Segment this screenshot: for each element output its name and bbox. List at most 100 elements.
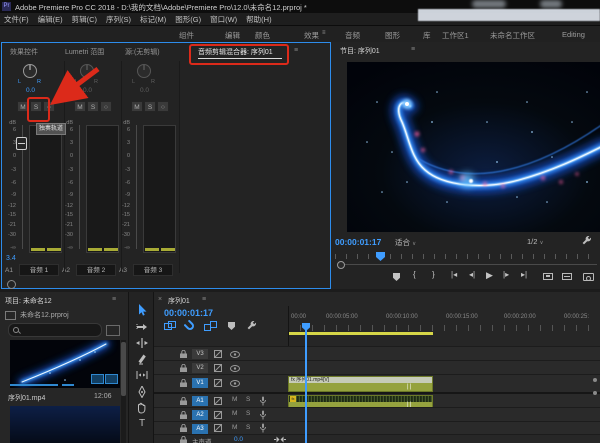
lock-icon[interactable]	[180, 397, 187, 405]
toggle-track-output-eye-icon[interactable]	[230, 365, 240, 372]
workspace-tab-edit[interactable]: 编辑	[225, 30, 240, 41]
workspace-tab-library[interactable]: 库	[423, 30, 431, 41]
voiceover-mic-icon[interactable]	[260, 410, 266, 420]
tab-project[interactable]: 项目: 未命名12	[5, 296, 52, 306]
pen-tool[interactable]	[136, 386, 148, 398]
clip-thumbnail[interactable]	[10, 340, 120, 388]
sync-lock-icon[interactable]	[214, 379, 222, 387]
timeline-ruler-ticks[interactable]	[288, 325, 600, 331]
lock-icon[interactable]	[180, 364, 187, 372]
menu-item-clip[interactable]: 剪辑(C)	[72, 14, 97, 25]
lock-icon[interactable]	[180, 350, 187, 358]
automation-circle-icon[interactable]	[7, 280, 16, 289]
program-playhead[interactable]	[376, 252, 385, 261]
sync-lock-icon[interactable]	[214, 397, 222, 405]
timeline-video-clip[interactable]: fx 序列01.mp4[V] ||	[288, 376, 433, 392]
play-button[interactable]: ▶	[486, 270, 493, 281]
toggle-track-output-eye-icon[interactable]	[230, 380, 240, 387]
master-volume-value[interactable]: 0.0	[234, 436, 243, 443]
track-label[interactable]: V3	[192, 349, 208, 359]
menu-item-edit[interactable]: 编辑(E)	[38, 14, 63, 25]
menu-item-help[interactable]: 帮助(H)	[246, 14, 271, 25]
clip-name[interactable]: 序列01.mp4	[8, 393, 45, 403]
program-scrubber-ticks[interactable]	[335, 254, 597, 259]
menu-item-sequence[interactable]: 序列(S)	[106, 14, 131, 25]
voiceover-mic-icon[interactable]	[260, 396, 266, 406]
fader-value[interactable]: 3.4	[6, 255, 16, 262]
hand-tool[interactable]	[136, 402, 148, 414]
sync-lock-icon[interactable]	[214, 424, 222, 432]
menu-item-marker[interactable]: 标记(M)	[140, 14, 166, 25]
slip-tool[interactable]	[136, 369, 148, 381]
tab-effect-controls[interactable]: 效果控件	[10, 47, 38, 57]
mark-in-button[interactable]: {	[413, 270, 416, 279]
sequence-thumbnail[interactable]	[10, 406, 120, 443]
timeline-timecode[interactable]: 00:00:01:17	[164, 308, 213, 318]
add-marker-button[interactable]	[393, 273, 400, 281]
nest-sequence-icon[interactable]	[164, 321, 176, 332]
menu-item-graphics[interactable]: 图形(G)	[175, 14, 201, 25]
add-marker-icon[interactable]	[228, 322, 235, 330]
scrollbar-thumb[interactable]	[121, 342, 126, 396]
playback-resolution-select[interactable]: 1/2 ∨	[527, 237, 544, 246]
lock-icon[interactable]	[180, 424, 187, 432]
track-label-targeted[interactable]: A2	[192, 410, 208, 420]
panel-menu-icon[interactable]: ≡	[411, 46, 415, 53]
snap-magnet-icon[interactable]	[184, 320, 196, 332]
lock-icon[interactable]	[180, 411, 187, 419]
workspace-tab-color[interactable]: 颜色	[255, 30, 270, 41]
scrubber-knob[interactable]	[337, 261, 345, 269]
tab-lumetri-scopes[interactable]: Lumetri 范围	[65, 47, 104, 57]
step-back-button[interactable]: ◂|	[469, 270, 475, 279]
lock-icon[interactable]	[180, 436, 187, 443]
menu-item-file[interactable]: 文件(F)	[4, 14, 29, 25]
track-label[interactable]: V2	[192, 363, 208, 373]
track-solo-button[interactable]: S	[246, 424, 250, 431]
scroll-dot[interactable]	[593, 391, 597, 395]
selection-tool[interactable]	[136, 304, 148, 316]
mark-out-button[interactable]: }	[432, 270, 435, 279]
tab-sequence[interactable]: 序列01	[168, 296, 190, 306]
workspace-tab-unnamed[interactable]: 未命名工作区	[490, 30, 535, 41]
ripple-edit-tool[interactable]	[136, 337, 148, 349]
work-area-bar[interactable]	[288, 332, 433, 335]
panel-menu-icon[interactable]: ≡	[112, 296, 116, 303]
workspace-menu-icon[interactable]: ≡	[322, 30, 326, 36]
tab-source-monitor[interactable]: 源:(无剪辑)	[125, 47, 160, 57]
track-mute-button[interactable]: M	[232, 424, 237, 431]
menu-item-window[interactable]: 窗口(W)	[210, 14, 237, 25]
voiceover-mic-icon[interactable]	[260, 423, 266, 433]
search-input[interactable]	[8, 323, 102, 337]
extract-button[interactable]	[562, 273, 572, 280]
track-mute-button[interactable]: M	[232, 410, 237, 417]
tab-program-monitor[interactable]: 节目: 序列01	[340, 46, 380, 56]
lift-button[interactable]	[543, 273, 553, 280]
scrubber-track[interactable]	[339, 264, 597, 265]
lock-icon[interactable]	[180, 379, 187, 387]
timeline-settings-wrench-icon[interactable]	[246, 321, 257, 332]
export-frame-button[interactable]	[583, 273, 594, 281]
scroll-dot[interactable]	[593, 378, 597, 382]
sync-lock-icon[interactable]	[214, 364, 222, 372]
track-label-targeted[interactable]: A3	[192, 424, 208, 434]
project-breadcrumb[interactable]: 未命名12.prproj	[20, 310, 69, 320]
sync-lock-icon[interactable]	[214, 411, 222, 419]
workspace-tab-audio[interactable]: 音频	[345, 30, 360, 41]
razor-tool[interactable]	[136, 353, 148, 365]
timeline-playhead-line[interactable]	[305, 329, 307, 443]
panel-menu-icon[interactable]: ≡	[294, 47, 298, 54]
settings-wrench-icon[interactable]	[581, 236, 592, 247]
track-select-forward-tool[interactable]	[136, 321, 148, 333]
panel-menu-icon[interactable]: ≡	[202, 296, 206, 303]
track-label-targeted[interactable]: V1	[192, 378, 208, 388]
sync-lock-icon[interactable]	[214, 350, 222, 358]
workspace-tab-effects-active[interactable]: 效果	[304, 30, 319, 41]
track-name[interactable]: 音频 1	[19, 264, 59, 276]
go-to-in-button[interactable]: |◂	[451, 270, 457, 279]
step-forward-button[interactable]: |▸	[503, 270, 509, 279]
workspace-tab-editing[interactable]: Editing	[562, 30, 585, 39]
workspace-tab-graphics[interactable]: 图形	[385, 30, 400, 41]
toggle-track-output-eye-icon[interactable]	[230, 351, 240, 358]
linked-selection-icon[interactable]	[204, 321, 217, 332]
track-solo-button[interactable]: S	[246, 410, 250, 417]
